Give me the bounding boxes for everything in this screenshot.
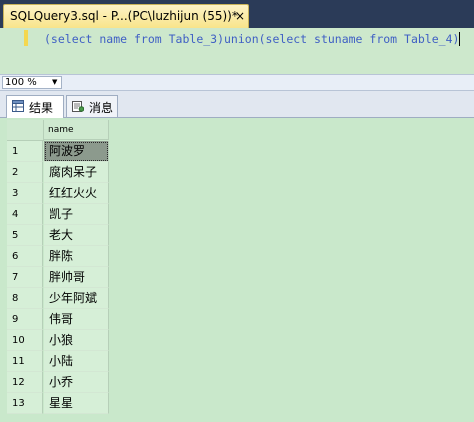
cell-name[interactable]: 小乔 (44, 372, 109, 393)
cell-name[interactable]: 小陆 (44, 351, 109, 372)
grid-header: name (7, 120, 109, 141)
cell-name[interactable]: 伟哥 (44, 309, 109, 330)
cell-name[interactable]: 腐肉呆子 (44, 162, 109, 183)
row-number[interactable]: 6 (7, 246, 43, 267)
cell-name[interactable]: 阿波罗 (44, 141, 109, 162)
table-row[interactable]: 10 小狼 (7, 330, 109, 351)
cell-name[interactable]: 凯子 (44, 204, 109, 225)
table-row[interactable]: 6 胖陈 (7, 246, 109, 267)
table-row[interactable]: 11 小陆 (7, 351, 109, 372)
table-row[interactable]: 7 胖帅哥 (7, 267, 109, 288)
cell-name[interactable]: 星星 (44, 393, 109, 414)
document-tab-strip: SQLQuery3.sql - P...(PC\luzhijun (55))* … (0, 0, 474, 28)
cell-name[interactable]: 胖陈 (44, 246, 109, 267)
row-number[interactable]: 12 (7, 372, 43, 393)
table-row[interactable]: 8 少年阿斌 (7, 288, 109, 309)
cell-name[interactable]: 小狼 (44, 330, 109, 351)
cell-name[interactable]: 老大 (44, 225, 109, 246)
change-marker (24, 30, 28, 46)
tab-results[interactable]: 结果 (6, 95, 64, 118)
table-row[interactable]: 2 腐肉呆子 (7, 162, 109, 183)
grid-corner[interactable] (7, 120, 44, 141)
document-tab-title: SQLQuery3.sql - P...(PC\luzhijun (55))* (10, 9, 238, 23)
row-number[interactable]: 1 (7, 141, 43, 162)
row-number[interactable]: 9 (7, 309, 43, 330)
table-row[interactable]: 5 老大 (7, 225, 109, 246)
column-header-name[interactable]: name (44, 120, 109, 140)
close-icon[interactable]: × (235, 9, 245, 23)
sql-text[interactable]: (select name from Table_3)union(select s… (44, 32, 459, 46)
row-number[interactable]: 3 (7, 183, 43, 204)
text-caret (459, 32, 460, 46)
row-number[interactable]: 13 (7, 393, 43, 414)
zoom-bar: 100 % ▼ (0, 74, 474, 91)
table-row[interactable]: 9 伟哥 (7, 309, 109, 330)
result-tabs: 结果 消息 (0, 91, 474, 118)
results-grid-area: name 1 阿波罗 2 腐肉呆子 3 红红火火 4 凯子 5 老大 6 胖陈 7 胖帅哥 8 少年阿斌 9 伟哥… (0, 117, 474, 422)
editor-gutter (0, 28, 22, 74)
row-number[interactable]: 8 (7, 288, 43, 309)
tab-messages[interactable]: 消息 (66, 95, 118, 117)
table-row[interactable]: 4 凯子 (7, 204, 109, 225)
cell-name[interactable]: 红红火火 (44, 183, 109, 204)
cell-name[interactable]: 胖帅哥 (44, 267, 109, 288)
grid-icon (12, 100, 24, 112)
row-number[interactable]: 11 (7, 351, 43, 372)
row-number[interactable]: 7 (7, 267, 43, 288)
tab-messages-label: 消息 (89, 101, 114, 115)
zoom-select[interactable]: 100 % ▼ (2, 76, 62, 89)
zoom-value: 100 % (5, 77, 37, 88)
cell-name[interactable]: 少年阿斌 (44, 288, 109, 309)
query-editor[interactable]: (select name from Table_3)union(select s… (0, 28, 474, 74)
table-row[interactable]: 13 星星 (7, 393, 109, 414)
row-number[interactable]: 10 (7, 330, 43, 351)
table-row[interactable]: 12 小乔 (7, 372, 109, 393)
document-tab[interactable]: SQLQuery3.sql - P...(PC\luzhijun (55))* … (3, 4, 249, 28)
row-number[interactable]: 4 (7, 204, 43, 225)
tab-results-label: 结果 (29, 101, 54, 115)
row-number[interactable]: 5 (7, 225, 43, 246)
table-row[interactable]: 3 红红火火 (7, 183, 109, 204)
row-number[interactable]: 2 (7, 162, 43, 183)
table-row[interactable]: 1 阿波罗 (7, 141, 109, 162)
chevron-down-icon[interactable]: ▼ (52, 77, 57, 88)
messages-icon (72, 101, 84, 112)
